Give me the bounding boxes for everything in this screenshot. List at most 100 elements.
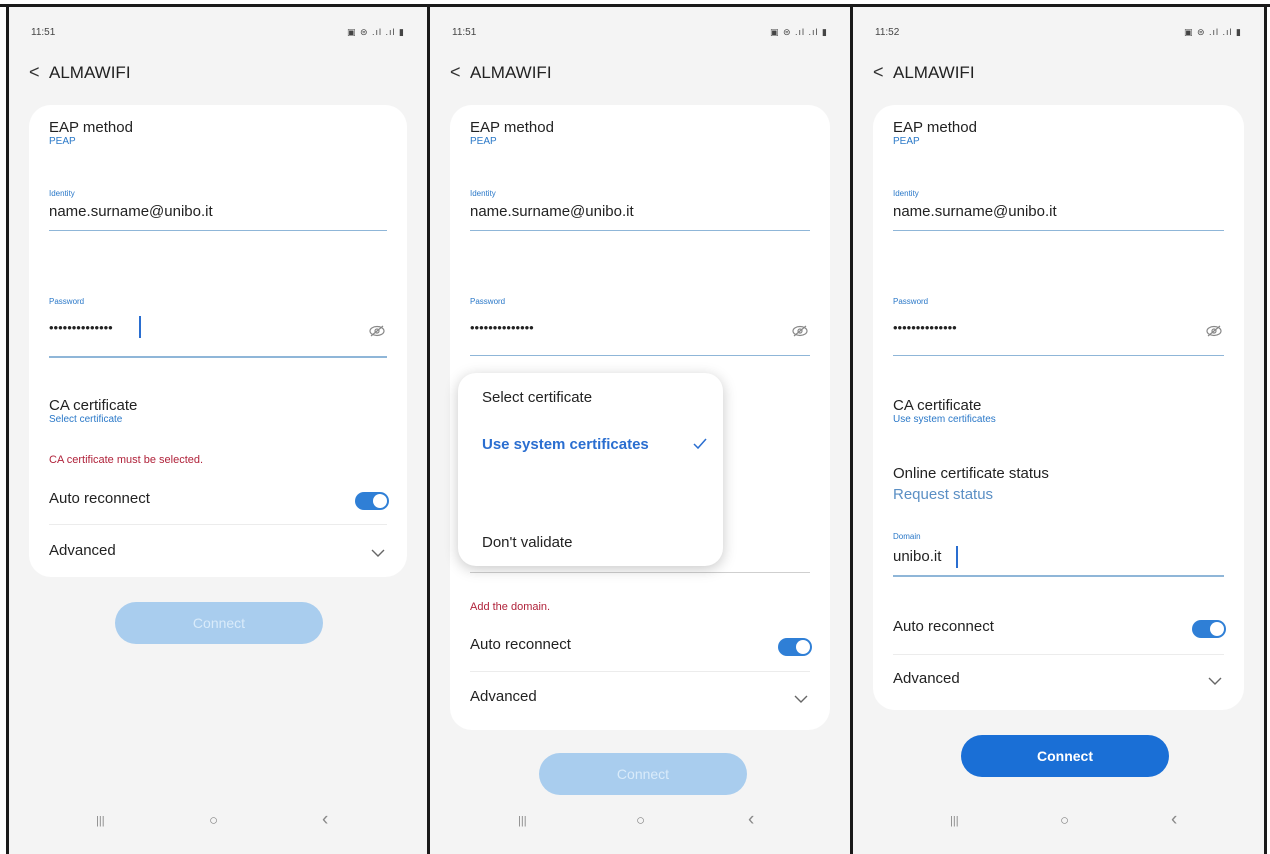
domain-underline — [470, 572, 810, 573]
status-time: 11:51 — [452, 27, 477, 38]
status-bar: 11:51 ▣ ⊜ .ıl .ıl ▮ — [452, 27, 828, 41]
row-separator — [893, 654, 1224, 655]
recents-icon[interactable]: ||| — [518, 815, 527, 827]
status-icons: ▣ ⊜ .ıl .ıl ▮ — [1184, 27, 1242, 37]
identity-label: Identity — [893, 189, 919, 198]
password-input[interactable]: •••••••••••••• — [893, 320, 957, 335]
row-separator — [49, 524, 387, 525]
option-label: Use system certificates — [482, 436, 649, 453]
nav-bar: ||| ○ ‹ — [9, 809, 427, 832]
option-use-system-certificates[interactable]: Use system certificates — [482, 436, 707, 454]
eap-method-label: EAP method — [470, 119, 554, 136]
password-label: Password — [49, 297, 85, 306]
password-input[interactable]: •••••••••••••• — [49, 320, 113, 335]
password-input[interactable]: •••••••••••••• — [470, 320, 534, 335]
ca-certificate-row[interactable]: CA certificate Select certificate — [49, 397, 137, 425]
auto-reconnect-toggle[interactable] — [778, 638, 812, 656]
connect-button[interactable]: Connect — [539, 753, 747, 795]
eye-hidden-icon[interactable] — [792, 325, 808, 337]
recents-icon[interactable]: ||| — [96, 815, 105, 827]
home-icon[interactable]: ○ — [636, 812, 645, 829]
back-arrow-icon[interactable]: < — [873, 62, 885, 83]
status-time: 11:52 — [875, 27, 900, 38]
text-caret — [956, 546, 958, 568]
dropdown-title: Select certificate — [482, 389, 593, 406]
eap-method-row[interactable]: EAP method PEAP — [893, 119, 977, 147]
auto-reconnect-label: Auto reconnect — [893, 618, 994, 635]
ca-certificate-value: Select certificate — [49, 414, 123, 425]
advanced-label[interactable]: Advanced — [470, 688, 537, 705]
identity-input[interactable]: name.surname@unibo.it — [49, 203, 213, 220]
eap-method-row[interactable]: EAP method PEAP — [470, 119, 554, 147]
identity-underline — [49, 230, 387, 231]
toggle-knob — [373, 494, 387, 508]
identity-input[interactable]: name.surname@unibo.it — [893, 203, 1057, 220]
password-underline — [893, 355, 1224, 356]
back-arrow-icon[interactable]: < — [450, 62, 462, 83]
eye-hidden-icon[interactable] — [1206, 325, 1222, 337]
chevron-down-icon[interactable] — [371, 548, 385, 558]
checkmark-icon — [693, 438, 707, 450]
home-icon[interactable]: ○ — [209, 812, 218, 829]
chevron-down-icon[interactable] — [1208, 676, 1222, 686]
network-header: < ALMAWIFI — [29, 62, 131, 83]
status-icons: ▣ ⊜ .ıl .ıl ▮ — [347, 27, 405, 37]
status-bar: 11:51 ▣ ⊜ .ıl .ıl ▮ — [31, 27, 405, 41]
identity-input[interactable]: name.surname@unibo.it — [470, 203, 634, 220]
online-certificate-status-label: Online certificate status — [893, 465, 1049, 482]
domain-error-message: Add the domain. — [470, 601, 551, 613]
auto-reconnect-toggle[interactable] — [355, 492, 389, 510]
auto-reconnect-label: Auto reconnect — [49, 490, 150, 507]
connect-button[interactable]: Connect — [115, 602, 323, 644]
eye-hidden-icon[interactable] — [369, 325, 385, 337]
chevron-down-icon[interactable] — [794, 694, 808, 704]
network-header: < ALMAWIFI — [873, 62, 975, 83]
settings-card: EAP method PEAP Identity name.surname@un… — [29, 105, 407, 577]
identity-label: Identity — [49, 189, 75, 198]
text-caret — [139, 316, 141, 338]
ca-certificate-value: Use system certificates — [893, 414, 996, 425]
ca-certificate-label: CA certificate — [49, 397, 138, 414]
ca-certificate-label: CA certificate — [893, 397, 982, 414]
eap-method-label: EAP method — [49, 119, 133, 136]
eap-method-row[interactable]: EAP method PEAP — [49, 119, 133, 147]
identity-label: Identity — [470, 189, 496, 198]
password-underline — [49, 356, 387, 358]
advanced-label[interactable]: Advanced — [49, 542, 116, 559]
password-label: Password — [470, 297, 506, 306]
network-name: ALMAWIFI — [49, 63, 131, 82]
status-icons: ▣ ⊜ .ıl .ıl ▮ — [770, 27, 828, 37]
connect-button[interactable]: Connect — [961, 735, 1169, 777]
domain-label: Domain — [893, 532, 921, 541]
nav-bar: ||| ○ ‹ — [853, 809, 1264, 832]
toggle-knob — [796, 640, 810, 654]
panel-divider-right — [1264, 6, 1267, 854]
password-underline — [470, 355, 810, 356]
domain-input[interactable]: unibo.it — [893, 548, 941, 565]
recents-icon[interactable]: ||| — [950, 815, 959, 827]
online-certificate-status-value: Request status — [893, 486, 994, 503]
identity-underline — [893, 230, 1224, 231]
identity-underline — [470, 230, 810, 231]
row-separator — [470, 671, 810, 672]
advanced-label[interactable]: Advanced — [893, 670, 960, 687]
eap-method-value: PEAP — [49, 136, 76, 147]
ca-certificate-row[interactable]: CA certificate Use system certificates — [893, 397, 996, 425]
back-nav-icon[interactable]: ‹ — [322, 809, 328, 831]
nav-bar: ||| ○ ‹ — [430, 809, 850, 832]
network-name: ALMAWIFI — [470, 63, 552, 82]
home-icon[interactable]: ○ — [1060, 812, 1069, 829]
status-bar: 11:52 ▣ ⊜ .ıl .ıl ▮ — [875, 27, 1242, 41]
back-nav-icon[interactable]: ‹ — [748, 809, 754, 831]
network-name: ALMAWIFI — [893, 63, 975, 82]
auto-reconnect-toggle[interactable] — [1192, 620, 1226, 638]
eap-method-value: PEAP — [893, 136, 920, 147]
option-dont-validate[interactable]: Don't validate — [482, 534, 572, 551]
online-certificate-status-row[interactable]: Online certificate status Request status — [893, 465, 1049, 503]
back-arrow-icon[interactable]: < — [29, 62, 41, 83]
auto-reconnect-label: Auto reconnect — [470, 636, 571, 653]
toggle-knob — [1210, 622, 1224, 636]
password-label: Password — [893, 297, 929, 306]
back-nav-icon[interactable]: ‹ — [1171, 809, 1177, 831]
screen-3: 11:52 ▣ ⊜ .ıl .ıl ▮ < ALMAWIFI EAP method… — [853, 7, 1264, 854]
